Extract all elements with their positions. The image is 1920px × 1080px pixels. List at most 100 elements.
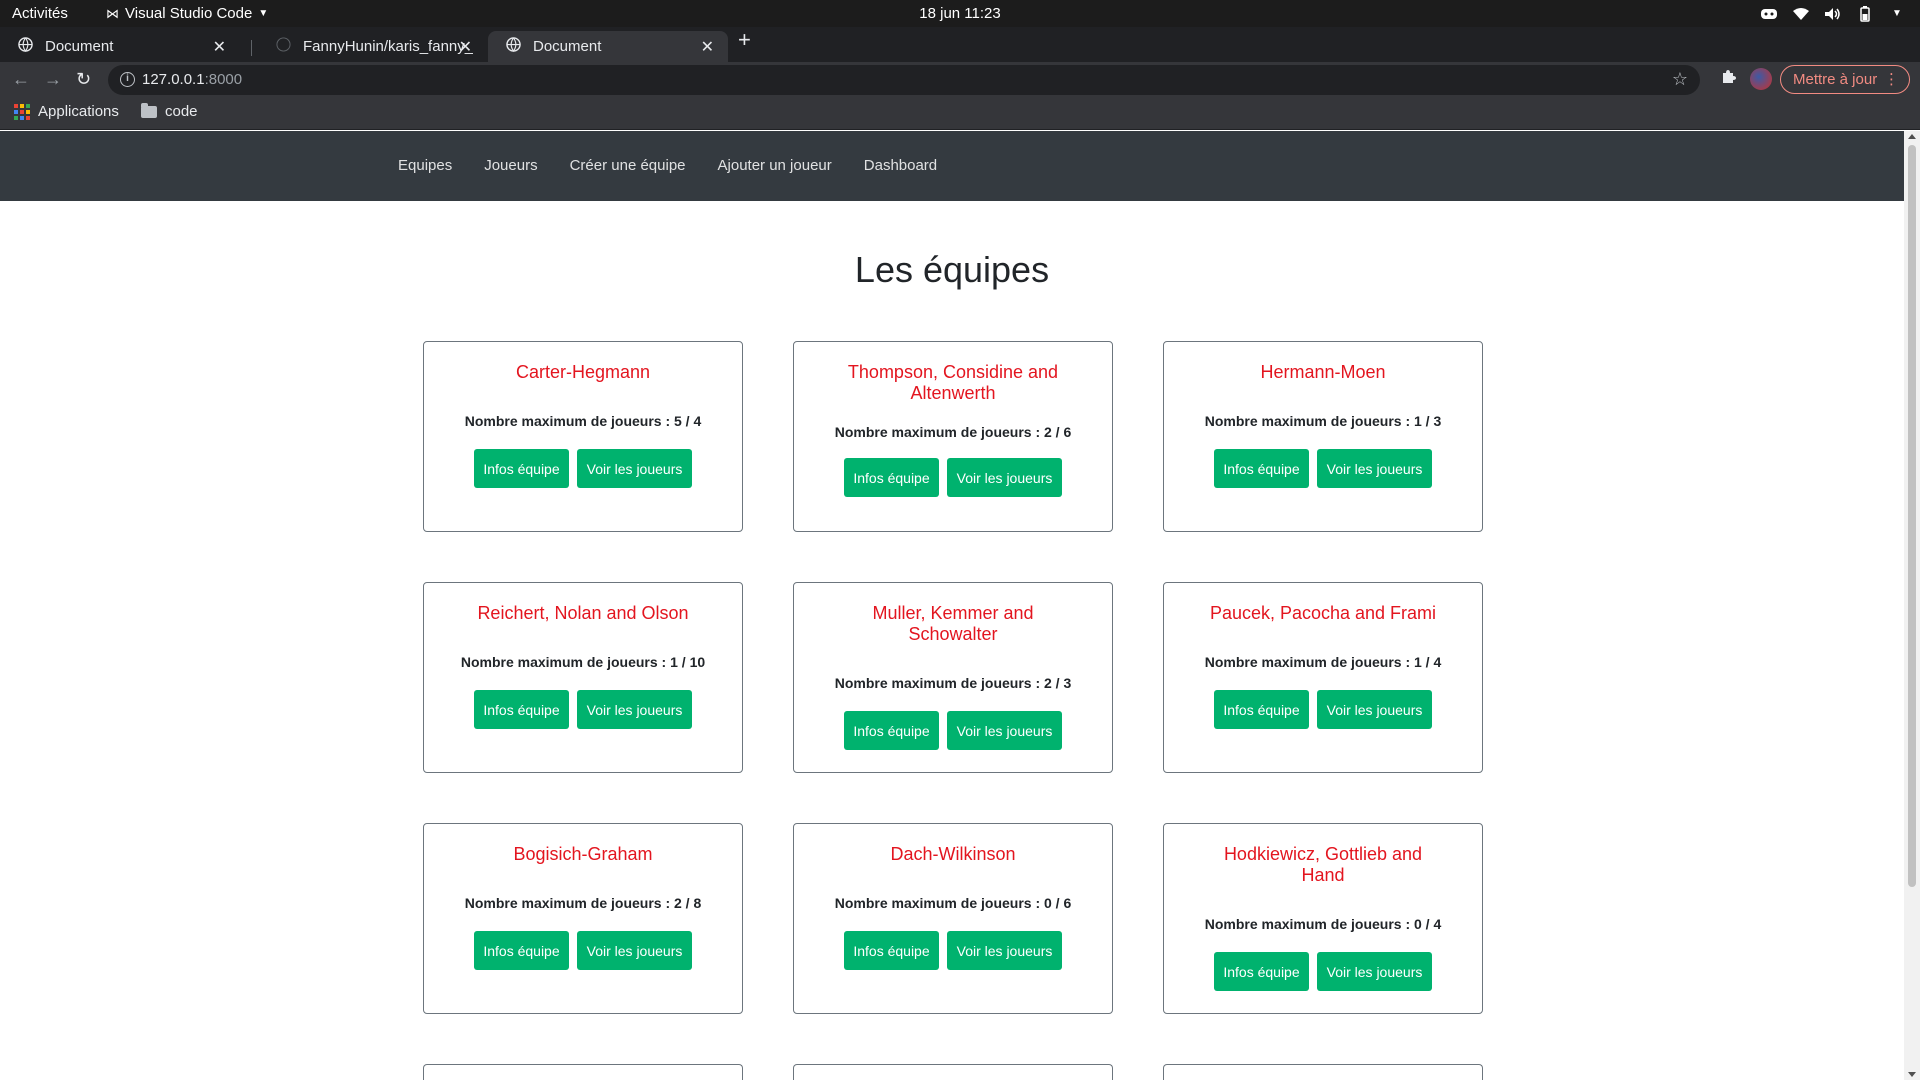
system-tray[interactable]: ▼ [1760, 4, 1906, 23]
view-players-button[interactable]: Voir les joueurs [577, 931, 692, 970]
team-name[interactable]: Paucek, Pacocha and Frami [1203, 603, 1443, 624]
bookmark-label: Applications [38, 103, 119, 120]
bookmark-star-icon[interactable]: ☆ [1672, 69, 1688, 90]
team-players-count: Nombre maximum de joueurs : 1 / 3 [1204, 413, 1442, 429]
view-players-button[interactable]: Voir les joueurs [947, 711, 1062, 750]
nav-equipes[interactable]: Equipes [398, 157, 452, 174]
team-card: Paucek, Pacocha and Frami Nombre maximum… [1163, 582, 1483, 773]
extensions-puzzle-icon[interactable] [1720, 69, 1736, 90]
team-players-count: Nombre maximum de joueurs : 0 / 4 [1204, 916, 1442, 932]
team-card-partial [793, 1064, 1113, 1080]
apps-grid-icon [14, 103, 30, 120]
team-players-count: Nombre maximum de joueurs : 1 / 10 [460, 654, 706, 670]
vscode-icon: ⋈ [106, 5, 119, 21]
team-card: Dach-Wilkinson Nombre maximum de joueurs… [793, 823, 1113, 1014]
reload-icon[interactable]: ↻ [76, 69, 91, 90]
forward-arrow-icon[interactable]: → [44, 69, 62, 90]
team-card: Bogisich-Graham Nombre maximum de joueur… [423, 823, 743, 1014]
page-title: Les équipes [854, 249, 1050, 290]
system-top-bar: Activités ⋈ Visual Studio Code ▼ 18 jun … [0, 0, 1920, 27]
scroll-up-arrow-icon[interactable] [1908, 134, 1916, 139]
app-menu[interactable]: ⋈ Visual Studio Code ▼ [106, 5, 268, 22]
team-players-count: Nombre maximum de joueurs : 2 / 8 [464, 895, 702, 911]
page-scrollbar[interactable] [1904, 131, 1920, 1080]
team-card: Hodkiewicz, Gottlieb and Hand Nombre max… [1163, 823, 1483, 1014]
team-info-button[interactable]: Infos équipe [1214, 690, 1309, 729]
new-tab-plus-icon[interactable]: + [738, 27, 751, 53]
clock[interactable]: 18 jun 11:23 [919, 5, 1000, 22]
team-name[interactable]: Carter-Hegmann [463, 362, 703, 383]
bookmark-label: code [165, 103, 198, 120]
tab-separator [251, 40, 252, 56]
team-name[interactable]: Muller, Kemmer and Schowalter [833, 603, 1073, 645]
team-name[interactable]: Bogisich-Graham [463, 844, 703, 865]
team-card: Carter-Hegmann Nombre maximum de joueurs… [423, 341, 743, 532]
nav-dashboard[interactable]: Dashboard [864, 157, 937, 174]
github-icon [276, 37, 291, 56]
close-icon[interactable]: ✕ [213, 37, 226, 57]
bookmark-code-folder[interactable]: code [141, 102, 198, 120]
team-card-partial [423, 1064, 743, 1080]
team-name[interactable]: Hodkiewicz, Gottlieb and Hand [1203, 844, 1443, 886]
volume-icon[interactable] [1824, 6, 1842, 22]
tab-title: Document [533, 38, 602, 55]
view-players-button[interactable]: Voir les joueurs [1317, 952, 1432, 991]
view-players-button[interactable]: Voir les joueurs [1317, 449, 1432, 488]
scrollbar-thumb[interactable] [1908, 145, 1916, 887]
bookmark-applications[interactable]: Applications [14, 103, 119, 120]
tab-title: FannyHunin/karis_fanny_ [303, 38, 473, 55]
nav-ajouter-joueur[interactable]: Ajouter un joueur [718, 157, 832, 174]
team-card: Reichert, Nolan and Olson Nombre maximum… [423, 582, 743, 773]
team-info-button[interactable]: Infos équipe [474, 690, 569, 729]
team-card: Muller, Kemmer and Schowalter Nombre max… [793, 582, 1113, 773]
team-name[interactable]: Dach-Wilkinson [833, 844, 1073, 865]
more-vert-icon[interactable]: ⋮ [1884, 70, 1899, 88]
view-players-button[interactable]: Voir les joueurs [947, 931, 1062, 970]
team-info-button[interactable]: Infos équipe [844, 711, 939, 750]
team-info-button[interactable]: Infos équipe [1214, 449, 1309, 488]
tab-strip: Document ✕ FannyHunin/karis_fanny_ ✕ Doc… [0, 27, 1920, 62]
info-icon[interactable]: i [120, 72, 135, 87]
browser-toolbar: ← → ↻ i 127.0.0.1:8000 ☆ Mettre à jour ⋮ [0, 62, 1920, 98]
team-info-button[interactable]: Infos équipe [1214, 952, 1309, 991]
nav-creer-equipe[interactable]: Créer une équipe [570, 157, 686, 174]
discord-icon[interactable] [1760, 6, 1778, 22]
view-players-button[interactable]: Voir les joueurs [577, 449, 692, 488]
update-button-label: Mettre à jour [1793, 71, 1878, 88]
scroll-down-arrow-icon[interactable] [1908, 1072, 1916, 1077]
app-name: Visual Studio Code [125, 5, 253, 22]
team-card-partial [1163, 1064, 1483, 1080]
battery-icon[interactable] [1856, 5, 1874, 22]
tab-document-1[interactable]: Document ✕ [0, 31, 240, 62]
update-button[interactable]: Mettre à jour ⋮ [1780, 65, 1910, 94]
url-text[interactable]: 127.0.0.1:8000 [142, 71, 242, 88]
team-info-button[interactable]: Infos équipe [474, 449, 569, 488]
tab-github[interactable]: FannyHunin/karis_fanny_ ✕ [258, 31, 486, 62]
team-players-count: Nombre maximum de joueurs : 1 / 4 [1204, 654, 1442, 670]
globe-icon [506, 37, 521, 56]
back-arrow-icon[interactable]: ← [12, 69, 30, 90]
team-name[interactable]: Thompson, Considine and Altenwerth [833, 362, 1073, 404]
team-name[interactable]: Reichert, Nolan and Olson [463, 603, 703, 624]
team-info-button[interactable]: Infos équipe [474, 931, 569, 970]
team-name[interactable]: Hermann-Moen [1203, 362, 1443, 383]
team-info-button[interactable]: Infos équipe [844, 458, 939, 497]
address-bar[interactable]: i 127.0.0.1:8000 ☆ [108, 65, 1700, 95]
close-icon[interactable]: ✕ [701, 37, 714, 57]
activities-button[interactable]: Activités [12, 5, 68, 22]
page-viewport: Equipes Joueurs Créer une équipe Ajouter… [0, 131, 1904, 1080]
team-info-button[interactable]: Infos équipe [844, 931, 939, 970]
view-players-button[interactable]: Voir les joueurs [1317, 690, 1432, 729]
nav-joueurs[interactable]: Joueurs [484, 157, 537, 174]
profile-avatar[interactable] [1750, 68, 1772, 90]
close-icon[interactable]: ✕ [459, 37, 472, 57]
wifi-icon[interactable] [1792, 6, 1810, 22]
team-players-count: Nombre maximum de joueurs : 2 / 3 [834, 675, 1072, 691]
tab-document-active[interactable]: Document ✕ [488, 31, 728, 62]
folder-icon [141, 102, 157, 118]
view-players-button[interactable]: Voir les joueurs [947, 458, 1062, 497]
view-players-button[interactable]: Voir les joueurs [577, 690, 692, 729]
team-players-count: Nombre maximum de joueurs : 2 / 6 [834, 424, 1072, 440]
system-menu-caret-icon[interactable]: ▼ [1888, 6, 1906, 22]
team-players-count: Nombre maximum de joueurs : 5 / 4 [464, 413, 702, 429]
